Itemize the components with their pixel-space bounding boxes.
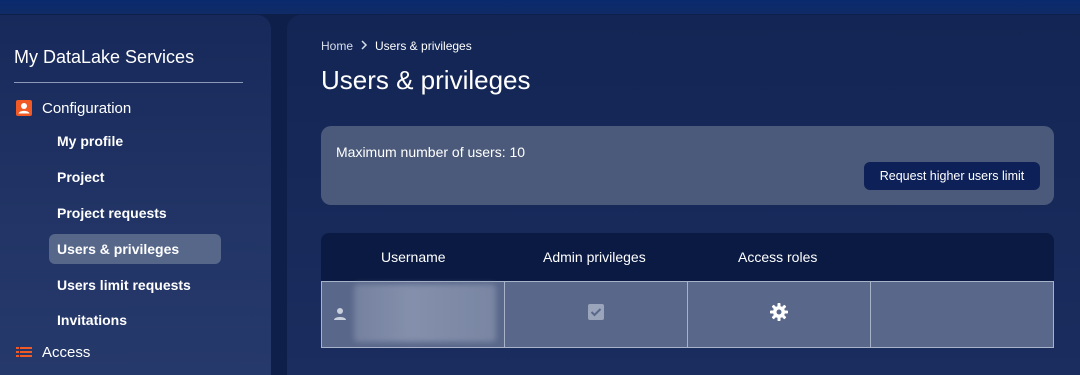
breadcrumb: Home Users & privileges xyxy=(321,39,472,53)
sidebar-divider xyxy=(14,82,243,83)
column-header-username[interactable]: Username xyxy=(381,249,446,265)
request-higher-limit-button[interactable]: Request higher users limit xyxy=(864,162,1040,190)
section-label: Access xyxy=(42,343,91,361)
sidebar-item-users-limit-requests[interactable]: Users limit requests xyxy=(49,270,221,300)
cell-empty xyxy=(871,282,1053,347)
main-panel: Home Users & privileges Users & privileg… xyxy=(287,15,1080,375)
sidebar-item-users-privileges[interactable]: Users & privileges xyxy=(49,234,221,264)
column-header-access-roles[interactable]: Access roles xyxy=(738,249,817,265)
table-row[interactable] xyxy=(321,281,1054,348)
sidebar-item-my-profile[interactable]: My profile xyxy=(49,126,221,156)
cell-access-roles xyxy=(688,282,871,347)
cell-username xyxy=(322,282,505,347)
sidebar-item-label: Project requests xyxy=(57,205,167,221)
sidebar-item-label: Users limit requests xyxy=(57,277,191,293)
sidebar-item-invitations[interactable]: Invitations xyxy=(49,305,221,335)
max-users-text: Maximum number of users: 10 xyxy=(336,144,526,160)
breadcrumb-home[interactable]: Home xyxy=(321,39,353,53)
table-header: Username Admin privileges Access roles xyxy=(321,233,1054,281)
sidebar-title: My DataLake Services xyxy=(14,47,195,67)
page-title: Users & privileges xyxy=(321,65,531,95)
cell-admin-privileges xyxy=(505,282,688,347)
breadcrumb-current: Users & privileges xyxy=(375,39,472,53)
checkbox-checked-icon[interactable] xyxy=(587,303,605,326)
redacted-username xyxy=(354,284,496,342)
section-label: Configuration xyxy=(42,99,132,117)
chevron-right-icon xyxy=(360,39,368,53)
sidebar: My DataLake Services Configuration My pr… xyxy=(0,15,271,375)
profile-card-icon xyxy=(15,99,33,117)
sidebar-item-label: My profile xyxy=(57,133,124,149)
person-icon xyxy=(332,306,348,327)
section-configuration[interactable]: Configuration xyxy=(15,99,131,117)
top-strip xyxy=(0,0,1080,14)
column-header-admin-privileges[interactable]: Admin privileges xyxy=(543,249,646,265)
sidebar-item-project[interactable]: Project xyxy=(49,162,221,192)
users-table: Username Admin privileges Access roles xyxy=(321,233,1054,348)
section-access[interactable]: Access xyxy=(15,343,90,361)
sidebar-item-project-requests[interactable]: Project requests xyxy=(49,198,221,228)
sidebar-item-label: Users & privileges xyxy=(57,241,180,257)
sidebar-item-label: Project xyxy=(57,169,105,185)
sidebar-item-label: Invitations xyxy=(57,312,128,328)
gear-icon[interactable] xyxy=(769,302,789,327)
users-limit-card: Maximum number of users: 10 Request high… xyxy=(321,126,1054,205)
list-icon xyxy=(15,343,33,361)
